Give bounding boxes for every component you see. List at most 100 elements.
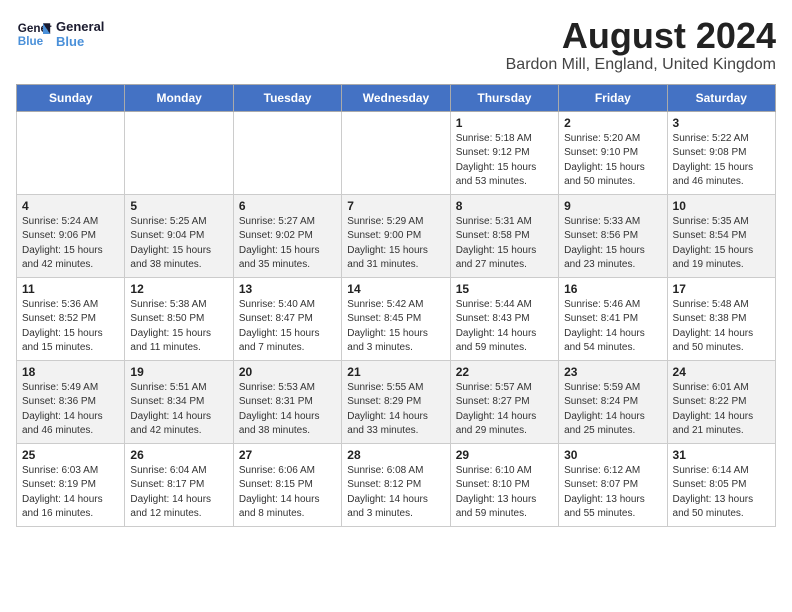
day-number: 4 (22, 199, 119, 213)
day-number: 17 (673, 282, 770, 296)
day-number: 23 (564, 365, 661, 379)
calendar-cell: 14Sunrise: 5:42 AM Sunset: 8:45 PM Dayli… (342, 277, 450, 360)
calendar-cell: 25 Sunrise: 6:03 AM Sunset: 8:19 PM Dayli… (17, 443, 125, 526)
day-number: 22 (456, 365, 553, 379)
day-number: 19 (130, 365, 227, 379)
day-info: Sunrise: 5:48 AM Sunset: 8:38 PM Dayligh… (673, 298, 770, 356)
calendar-cell: 1 Sunrise: 5:18 AM Sunset: 9:12 PM Daylig… (450, 111, 558, 194)
calendar-cell: 26 Sunrise: 6:04 AM Sunset: 8:17 PM Dayli… (125, 443, 233, 526)
day-number: 29 (456, 448, 553, 462)
weekday-header-row: SundayMondayTuesdayWednesdayThursdayFrid… (17, 84, 776, 111)
calendar-cell: 24 Sunrise: 6:01 AM Sunset: 8:22 PM Dayli… (667, 360, 775, 443)
calendar-week-row: 25 Sunrise: 6:03 AM Sunset: 8:19 PM Dayli… (17, 443, 776, 526)
day-number: 27 (239, 448, 336, 462)
day-number: 18 (22, 365, 119, 379)
day-info: Sunrise: 5:44 AM Sunset: 8:43 PM Dayligh… (456, 298, 553, 356)
day-info: Sunrise: 5:24 AM Sunset: 9:06 PM Dayligh… (22, 215, 119, 273)
day-info: Sunrise: 5:51 AM Sunset: 8:34 PM Dayligh… (130, 381, 227, 439)
calendar-cell: 7 Sunrise: 5:29 AM Sunset: 9:00 PM Daylig… (342, 194, 450, 277)
day-info: Sunrise: 5:22 AM Sunset: 9:08 PM Dayligh… (673, 132, 770, 190)
calendar-week-row: 4 Sunrise: 5:24 AM Sunset: 9:06 PM Daylig… (17, 194, 776, 277)
day-info: Sunrise: 5:25 AM Sunset: 9:04 PM Dayligh… (130, 215, 227, 273)
day-number: 24 (673, 365, 770, 379)
calendar-cell: 17 Sunrise: 5:48 AM Sunset: 8:38 PM Dayli… (667, 277, 775, 360)
day-info: Sunrise: 5:18 AM Sunset: 9:12 PM Dayligh… (456, 132, 553, 190)
day-info: Sunrise: 5:46 AM Sunset: 8:41 PM Dayligh… (564, 298, 661, 356)
day-info: Sunrise: 5:59 AM Sunset: 8:24 PM Dayligh… (564, 381, 661, 439)
day-number: 9 (564, 199, 661, 213)
calendar-cell: 4 Sunrise: 5:24 AM Sunset: 9:06 PM Daylig… (17, 194, 125, 277)
day-info: Sunrise: 5:31 AM Sunset: 8:58 PM Dayligh… (456, 215, 553, 273)
calendar-subtitle: Bardon Mill, England, United Kingdom (506, 56, 776, 74)
calendar-cell: 2Sunrise: 5:20 AM Sunset: 9:10 PM Daylig… (559, 111, 667, 194)
calendar-cell (17, 111, 125, 194)
day-number: 1 (456, 116, 553, 130)
weekday-header-sunday: Sunday (17, 84, 125, 111)
weekday-header-friday: Friday (559, 84, 667, 111)
day-number: 26 (130, 448, 227, 462)
weekday-header-saturday: Saturday (667, 84, 775, 111)
calendar-week-row: 18 Sunrise: 5:49 AM Sunset: 8:36 PM Dayli… (17, 360, 776, 443)
calendar-cell: 11 Sunrise: 5:36 AM Sunset: 8:52 PM Dayli… (17, 277, 125, 360)
day-info: Sunrise: 5:33 AM Sunset: 8:56 PM Dayligh… (564, 215, 661, 273)
logo-text-line2: Blue (56, 34, 104, 49)
calendar-cell: 13 Sunrise: 5:40 AM Sunset: 8:47 PM Dayli… (233, 277, 341, 360)
calendar-cell (233, 111, 341, 194)
calendar-cell: 28 Sunrise: 6:08 AM Sunset: 8:12 PM Dayli… (342, 443, 450, 526)
day-info: Sunrise: 5:35 AM Sunset: 8:54 PM Dayligh… (673, 215, 770, 273)
day-number: 8 (456, 199, 553, 213)
weekday-header-wednesday: Wednesday (342, 84, 450, 111)
day-number: 6 (239, 199, 336, 213)
calendar-cell: 29Sunrise: 6:10 AM Sunset: 8:10 PM Dayli… (450, 443, 558, 526)
svg-text:Blue: Blue (18, 35, 44, 48)
day-number: 25 (22, 448, 119, 462)
day-number: 13 (239, 282, 336, 296)
day-info: Sunrise: 6:06 AM Sunset: 8:15 PM Dayligh… (239, 464, 336, 522)
calendar-cell: 5Sunrise: 5:25 AM Sunset: 9:04 PM Daylig… (125, 194, 233, 277)
day-info: Sunrise: 5:49 AM Sunset: 8:36 PM Dayligh… (22, 381, 119, 439)
day-info: Sunrise: 6:12 AM Sunset: 8:07 PM Dayligh… (564, 464, 661, 522)
calendar-cell: 16Sunrise: 5:46 AM Sunset: 8:41 PM Dayli… (559, 277, 667, 360)
day-number: 21 (347, 365, 444, 379)
day-info: Sunrise: 5:53 AM Sunset: 8:31 PM Dayligh… (239, 381, 336, 439)
day-info: Sunrise: 6:03 AM Sunset: 8:19 PM Dayligh… (22, 464, 119, 522)
calendar-cell: 19 Sunrise: 5:51 AM Sunset: 8:34 PM Dayli… (125, 360, 233, 443)
calendar-cell (342, 111, 450, 194)
calendar-cell: 8 Sunrise: 5:31 AM Sunset: 8:58 PM Daylig… (450, 194, 558, 277)
day-info: Sunrise: 5:29 AM Sunset: 9:00 PM Dayligh… (347, 215, 444, 273)
calendar-table: SundayMondayTuesdayWednesdayThursdayFrid… (16, 84, 776, 527)
day-number: 2 (564, 116, 661, 130)
calendar-cell: 21 Sunrise: 5:55 AM Sunset: 8:29 PM Dayli… (342, 360, 450, 443)
calendar-week-row: 11 Sunrise: 5:36 AM Sunset: 8:52 PM Dayli… (17, 277, 776, 360)
calendar-cell: 18 Sunrise: 5:49 AM Sunset: 8:36 PM Dayli… (17, 360, 125, 443)
page-header: General Blue General Blue August 2024 Ba… (16, 16, 776, 74)
title-block: August 2024 Bardon Mill, England, United… (506, 16, 776, 74)
day-number: 12 (130, 282, 227, 296)
day-number: 20 (239, 365, 336, 379)
day-number: 11 (22, 282, 119, 296)
day-number: 10 (673, 199, 770, 213)
day-info: Sunrise: 5:38 AM Sunset: 8:50 PM Dayligh… (130, 298, 227, 356)
calendar-cell: 15Sunrise: 5:44 AM Sunset: 8:43 PM Dayli… (450, 277, 558, 360)
weekday-header-tuesday: Tuesday (233, 84, 341, 111)
day-info: Sunrise: 6:08 AM Sunset: 8:12 PM Dayligh… (347, 464, 444, 522)
weekday-header-monday: Monday (125, 84, 233, 111)
day-info: Sunrise: 5:42 AM Sunset: 8:45 PM Dayligh… (347, 298, 444, 356)
day-number: 28 (347, 448, 444, 462)
day-info: Sunrise: 6:14 AM Sunset: 8:05 PM Dayligh… (673, 464, 770, 522)
day-info: Sunrise: 6:01 AM Sunset: 8:22 PM Dayligh… (673, 381, 770, 439)
day-number: 7 (347, 199, 444, 213)
calendar-title: August 2024 (506, 16, 776, 56)
calendar-cell: 23 Sunrise: 5:59 AM Sunset: 8:24 PM Dayli… (559, 360, 667, 443)
logo-icon: General Blue (16, 16, 52, 52)
calendar-cell: 31Sunrise: 6:14 AM Sunset: 8:05 PM Dayli… (667, 443, 775, 526)
day-info: Sunrise: 5:55 AM Sunset: 8:29 PM Dayligh… (347, 381, 444, 439)
day-info: Sunrise: 5:57 AM Sunset: 8:27 PM Dayligh… (456, 381, 553, 439)
calendar-cell (125, 111, 233, 194)
calendar-cell: 10 Sunrise: 5:35 AM Sunset: 8:54 PM Dayli… (667, 194, 775, 277)
day-info: Sunrise: 5:36 AM Sunset: 8:52 PM Dayligh… (22, 298, 119, 356)
day-info: Sunrise: 5:40 AM Sunset: 8:47 PM Dayligh… (239, 298, 336, 356)
logo-text-line1: General (56, 19, 104, 34)
day-info: Sunrise: 6:04 AM Sunset: 8:17 PM Dayligh… (130, 464, 227, 522)
calendar-week-row: 1 Sunrise: 5:18 AM Sunset: 9:12 PM Daylig… (17, 111, 776, 194)
